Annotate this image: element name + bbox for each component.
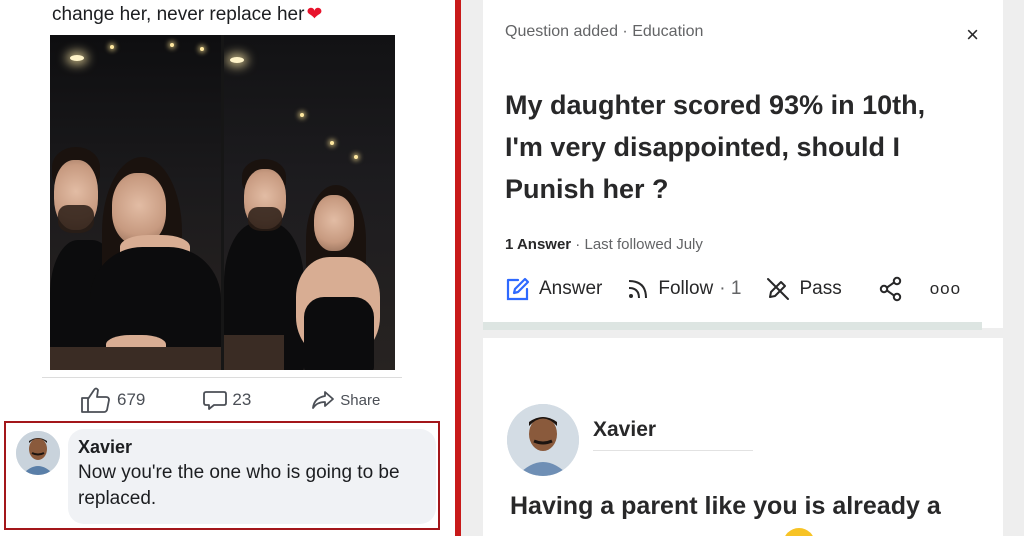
right-question-panel: Question added · Education × My daughter…	[461, 0, 1024, 536]
more-dots-icon: ooo	[929, 279, 962, 298]
woman-dress	[304, 297, 374, 370]
question-actions: Answer Follow · 1 Pass ooo	[505, 274, 985, 304]
man-beard	[248, 207, 282, 231]
share-button[interactable]: Share	[311, 390, 380, 410]
comment-text-line-1: Now you're the one who is going to be	[78, 462, 400, 483]
comment-bubble: Xavier Now you're the one who is going t…	[68, 429, 436, 524]
question-title-line-1: My daughter scored 93% in 10th,	[505, 90, 926, 120]
question-divider	[483, 322, 982, 330]
pass-button[interactable]: Pass	[765, 276, 842, 302]
emoji-icon	[783, 528, 815, 536]
answerer-name[interactable]: Xavier	[593, 418, 656, 442]
post-caption-text: change her, never replace her	[52, 4, 305, 25]
post-photo-collage[interactable]	[50, 35, 395, 370]
like-count: 679	[117, 390, 146, 409]
pencil-crossed-icon	[767, 278, 790, 300]
post-card: change her, never replace her ❤ 679 23 S…	[0, 0, 455, 536]
photo-before	[50, 35, 221, 370]
comment-count: 23	[232, 390, 252, 409]
question-title-line-3: Punish her ?	[505, 174, 669, 204]
man-beard	[58, 205, 94, 233]
pass-label: Pass	[799, 278, 842, 299]
person-avatar-icon	[16, 431, 60, 475]
photo-after	[224, 35, 395, 370]
comment-text-line-2: replaced.	[78, 488, 157, 509]
ceiling-lamp-icon	[70, 55, 84, 61]
light-dot-icon	[110, 45, 114, 49]
rss-follow-icon	[629, 280, 648, 299]
light-dot-icon	[170, 43, 174, 47]
answer-text: Having a parent like you is already a	[510, 492, 941, 520]
follow-button[interactable]: Follow · 1	[626, 277, 741, 301]
answers-count[interactable]: 1 Answer	[505, 236, 571, 253]
light-dot-icon	[330, 141, 334, 145]
woman-face	[314, 195, 354, 251]
left-post-panel: change her, never replace her ❤ 679 23 S…	[0, 0, 455, 536]
question-stats: 1 Answer · Last followed July	[505, 236, 703, 253]
pencil-square-icon	[506, 277, 530, 301]
answerer-avatar[interactable]	[507, 404, 579, 476]
follow-count: · 1	[719, 278, 742, 299]
ceiling-lamp-icon	[230, 57, 244, 63]
light-dot-icon	[200, 47, 204, 51]
highlighted-comment: Xavier Now you're the one who is going t…	[4, 421, 440, 530]
post-divider	[42, 377, 402, 378]
post-actions: 679 23 Share	[80, 386, 380, 414]
more-options-button[interactable]: ooo	[930, 279, 961, 299]
post-caption: change her, never replace her ❤	[52, 3, 322, 26]
light-dot-icon	[300, 113, 304, 117]
table	[224, 335, 284, 370]
answer-card: Xavier Having a parent like you is alrea…	[483, 338, 1003, 536]
commenter-name[interactable]: Xavier	[78, 437, 426, 458]
person-avatar-icon	[507, 404, 579, 476]
answer-label: Answer	[539, 278, 603, 299]
answerer-divider	[593, 450, 753, 451]
share-question-button[interactable]	[878, 276, 904, 302]
share-label: Share	[340, 391, 381, 409]
question-title-line-2: I'm very disappointed, should I	[505, 132, 900, 162]
answer-button[interactable]: Answer	[505, 276, 602, 302]
red-heart-icon: ❤	[306, 4, 323, 25]
close-icon[interactable]: ×	[966, 22, 979, 48]
last-followed: · Last followed July	[571, 236, 703, 253]
question-card: Question added · Education × My daughter…	[483, 0, 1003, 328]
commenter-avatar[interactable]	[16, 431, 60, 475]
question-meta: Question added · Education	[505, 23, 704, 40]
share-arrow-icon	[312, 391, 335, 409]
light-dot-icon	[354, 155, 358, 159]
share-nodes-icon	[879, 276, 901, 302]
like-button[interactable]: 679	[80, 386, 145, 414]
question-title[interactable]: My daughter scored 93% in 10th, I'm very…	[505, 84, 985, 210]
speech-bubble-icon	[203, 391, 228, 410]
thumbs-up-icon	[81, 387, 110, 413]
table	[50, 347, 221, 370]
comment-button[interactable]: 23	[203, 389, 251, 411]
follow-label: Follow	[658, 278, 714, 299]
